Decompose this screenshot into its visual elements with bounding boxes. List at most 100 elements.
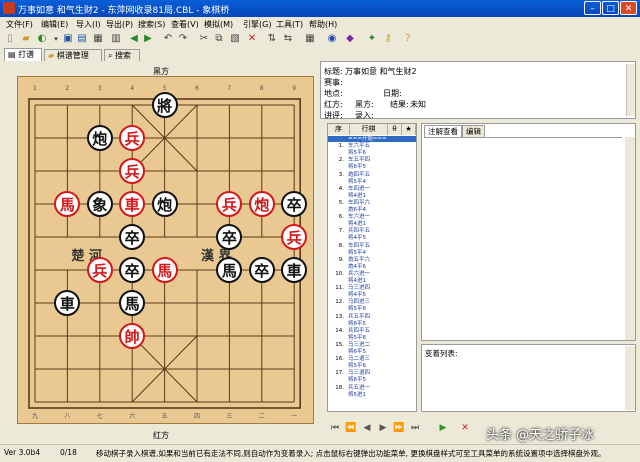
move-row[interactable]: 14. 兵四平五 bbox=[328, 328, 416, 334]
info-scrollbar[interactable] bbox=[626, 64, 635, 116]
black-piece[interactable]: 卒 bbox=[248, 257, 275, 283]
move-row[interactable]: 将4平5 bbox=[328, 292, 416, 298]
last-move-icon[interactable]: ⏭ bbox=[409, 422, 421, 434]
move-row[interactable]: 12. 马四进三 bbox=[328, 299, 416, 305]
move-row[interactable]: 5. 车四平六 bbox=[328, 200, 416, 206]
red-piece[interactable]: 車 bbox=[119, 191, 146, 217]
move-row[interactable]: 7. 兵四平五 bbox=[328, 228, 416, 234]
black-piece[interactable]: 炮 bbox=[86, 125, 113, 151]
flip-horizontal-icon[interactable]: ⇆ bbox=[282, 33, 294, 45]
delete-icon[interactable]: ✕ bbox=[246, 33, 258, 45]
maximize-button[interactable]: □ bbox=[602, 1, 619, 15]
move-row[interactable]: 将5平6 bbox=[328, 363, 416, 369]
move-row[interactable]: 将4进1 bbox=[328, 193, 416, 199]
menu-import[interactable]: 导入(I) bbox=[76, 19, 101, 30]
black-piece[interactable]: 將 bbox=[151, 92, 178, 118]
play-circle-icon[interactable]: ◉ bbox=[326, 33, 338, 45]
move-row[interactable]: 16. 马二退三 bbox=[328, 356, 416, 362]
paste-icon[interactable]: ▧ bbox=[229, 33, 241, 45]
print-icon[interactable]: ▦ bbox=[92, 33, 104, 45]
move-row[interactable]: 17. 马三退四 bbox=[328, 370, 416, 376]
tab-edit-comments[interactable]: 编辑 bbox=[462, 125, 485, 137]
comment-scrollbar[interactable] bbox=[625, 137, 635, 340]
redo-icon[interactable]: ↷ bbox=[177, 33, 189, 45]
move-row[interactable]: 1. 车六平五 bbox=[328, 143, 416, 149]
dropdown-arrow-icon[interactable]: ▾ bbox=[50, 33, 62, 45]
red-piece[interactable]: 炮 bbox=[248, 191, 275, 217]
back-icon[interactable]: ◀ bbox=[128, 33, 140, 45]
move-row[interactable]: 11. 马三进四 bbox=[328, 285, 416, 291]
move-row[interactable]: 10. 兵六进一 bbox=[328, 271, 416, 277]
menu-engine[interactable]: 引擎(G) bbox=[243, 19, 271, 30]
move-row[interactable]: 将5平6 bbox=[328, 335, 416, 341]
menu-tools[interactable]: 工具(T) bbox=[276, 19, 303, 30]
flip-vertical-icon[interactable]: ⇅ bbox=[266, 33, 278, 45]
copy-icon[interactable]: ⧉ bbox=[213, 33, 225, 45]
move-row[interactable]: 15. 马三进二 bbox=[328, 342, 416, 348]
move-row[interactable]: 将4进1 bbox=[328, 278, 416, 284]
key-icon[interactable]: ⚷ bbox=[382, 33, 394, 45]
move-row[interactable]: 9. 炮五平六 bbox=[328, 257, 416, 263]
help-icon[interactable]: ? bbox=[402, 33, 414, 45]
menu-search[interactable]: 搜索(S) bbox=[138, 19, 165, 30]
minimize-button[interactable]: – bbox=[584, 1, 601, 15]
first-move-icon[interactable]: ⏮ bbox=[329, 422, 341, 434]
move-row[interactable]: 8. 车四平五 bbox=[328, 243, 416, 249]
undo-icon[interactable]: ↶ bbox=[162, 33, 174, 45]
black-piece[interactable]: 炮 bbox=[151, 191, 178, 217]
forward-icon[interactable]: ▶ bbox=[142, 33, 154, 45]
menu-simulate[interactable]: 模拟(M) bbox=[204, 19, 233, 30]
play-icon[interactable]: ▶ bbox=[437, 422, 449, 434]
move-number-header[interactable]: 序 bbox=[328, 124, 350, 135]
move-row[interactable]: 将5平6 bbox=[328, 306, 416, 312]
tag-icon[interactable]: ◆ bbox=[344, 33, 356, 45]
red-piece[interactable]: 馬 bbox=[151, 257, 178, 283]
move-row[interactable]: 将6平5 bbox=[328, 377, 416, 383]
open-folder-icon[interactable]: ▰ bbox=[20, 33, 32, 45]
menu-file[interactable]: 文件(F) bbox=[6, 19, 33, 30]
move-row[interactable]: 将4平5 bbox=[328, 235, 416, 241]
black-piece[interactable]: 車 bbox=[281, 257, 308, 283]
move-row[interactable]: 6. 车六进一 bbox=[328, 214, 416, 220]
move-row[interactable]: 将5进1 bbox=[328, 392, 416, 398]
save-as-icon[interactable]: ▤ bbox=[76, 33, 88, 45]
move-row[interactable]: 将5平4 bbox=[328, 250, 416, 256]
menu-view[interactable]: 查看(V) bbox=[171, 19, 199, 30]
move-row[interactable]: 将5平6 bbox=[328, 150, 416, 156]
move-row[interactable]: 将4进1 bbox=[328, 221, 416, 227]
menu-export[interactable]: 导出(P) bbox=[106, 19, 133, 30]
close-button[interactable]: ✕ bbox=[620, 1, 637, 15]
save-icon[interactable]: ▣ bbox=[62, 33, 74, 45]
connect-icon[interactable]: ✦ bbox=[366, 33, 378, 45]
move-row[interactable]: 2. 车五平四 bbox=[328, 157, 416, 163]
next-move-icon[interactable]: ▶ bbox=[377, 422, 389, 434]
tab-search[interactable]: ⌕ 搜索 bbox=[104, 49, 140, 61]
move-row[interactable]: 炮6平4 bbox=[328, 207, 416, 213]
move-row[interactable]: ===开始=== bbox=[328, 136, 416, 142]
move-text-header[interactable]: 行棋 bbox=[350, 124, 388, 135]
tab-manage[interactable]: ▰ 棋谱管理 bbox=[44, 49, 102, 61]
black-piece[interactable]: 馬 bbox=[119, 290, 146, 316]
board-icon[interactable]: ▦ bbox=[304, 33, 316, 45]
prev-page-icon[interactable]: ⏪ bbox=[345, 422, 357, 434]
red-piece[interactable]: 兵 bbox=[119, 158, 146, 184]
red-piece[interactable]: 帥 bbox=[119, 323, 146, 349]
move-row[interactable]: 将5平4 bbox=[328, 179, 416, 185]
properties-icon[interactable]: ▥ bbox=[110, 33, 122, 45]
move-row[interactable]: 4. 车四进一 bbox=[328, 186, 416, 192]
comment-text-area[interactable] bbox=[424, 137, 622, 338]
black-piece[interactable]: 卒 bbox=[281, 191, 308, 217]
red-piece[interactable]: 兵 bbox=[86, 257, 113, 283]
black-piece[interactable]: 卒 bbox=[119, 224, 146, 250]
menu-edit[interactable]: 编辑(E) bbox=[41, 19, 68, 30]
black-piece[interactable]: 象 bbox=[86, 191, 113, 217]
red-piece[interactable]: 兵 bbox=[281, 224, 308, 250]
red-piece[interactable]: 兵 bbox=[119, 125, 146, 151]
next-page-icon[interactable]: ⏩ bbox=[393, 422, 405, 434]
chess-board[interactable]: 123456789九八七六五四三二一 楚 河 漢 界 將炮兵兵馬象車炮兵炮卒卒卒… bbox=[17, 76, 314, 424]
black-piece[interactable]: 卒 bbox=[119, 257, 146, 283]
prev-move-icon[interactable]: ◀ bbox=[361, 422, 373, 434]
move-row[interactable]: 3. 炮四平五 bbox=[328, 172, 416, 178]
cut-icon[interactable]: ✂ bbox=[198, 33, 210, 45]
move-row[interactable]: 炮4平6 bbox=[328, 264, 416, 270]
